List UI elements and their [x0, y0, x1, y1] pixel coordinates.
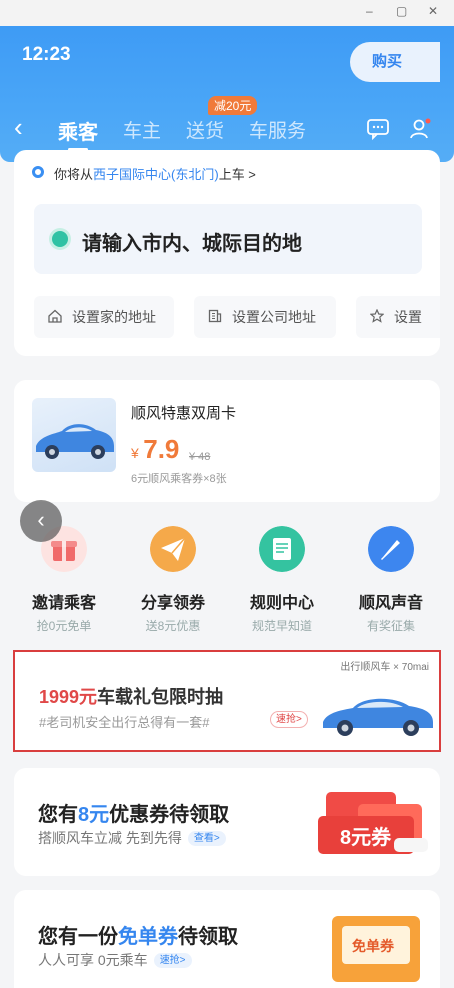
coupon-title-highlight: 免单券: [118, 926, 178, 948]
pickup-prefix: 你将从: [54, 167, 94, 182]
coupon-subtitle-text: 搭顺风车立减 先到先得: [38, 830, 182, 846]
minimize-button[interactable]: –: [366, 4, 373, 18]
quick-action-voice[interactable]: 顺风声音 有奖征集: [341, 526, 441, 634]
free-ride-coupon-card[interactable]: 您有一份免单券待领取 人人可享 0元乘车 速抢> 免单券: [14, 890, 440, 988]
quick-action-sub: 抢0元免单: [36, 619, 92, 633]
profile-icon[interactable]: [408, 117, 432, 141]
coupon-art: 8元券: [318, 786, 430, 864]
buy-button[interactable]: 购买: [350, 42, 440, 82]
coupon-view-button[interactable]: 查看>: [187, 831, 226, 846]
weekly-pass-card[interactable]: 顺风特惠双周卡 ¥ 7.9 ¥ 48 6元顺风乘客券×8张: [14, 380, 440, 502]
set-office-label: 设置公司地址: [232, 309, 316, 325]
tab-driver[interactable]: 车主: [123, 116, 161, 143]
coupon-title-suffix: 优惠券待领取: [109, 804, 230, 826]
home-icon: [48, 309, 62, 323]
status-time: 12:23: [22, 44, 71, 65]
quick-action-title: 顺风声音: [358, 595, 423, 612]
coupon-art: 免单券: [318, 912, 430, 988]
document-icon: [259, 526, 305, 572]
pickup-location[interactable]: 你将从西子国际中心(东北门)上车 >: [54, 164, 256, 183]
destination-dot-icon: [52, 231, 68, 247]
coupon-title-highlight: 8元: [78, 804, 110, 826]
tab-delivery[interactable]: 送货: [186, 116, 224, 143]
quick-action-sub: 有奖征集: [366, 619, 415, 633]
coupon-title: 您有一份免单券待领取: [38, 920, 238, 949]
coupon-grab-button[interactable]: 速抢>: [153, 953, 192, 968]
promo-title-highlight: 1999元: [39, 687, 98, 707]
coupon-art-text: 8元券: [340, 825, 392, 849]
set-custom-label: 设置: [394, 309, 422, 325]
coupon-subtitle: 搭顺风车立减 先到先得 查看>: [38, 828, 226, 848]
floating-back-button[interactable]: ‹: [20, 500, 62, 542]
coupon-subtitle-text: 人人可享 0元乘车: [38, 952, 148, 968]
tab-passenger[interactable]: 乘客: [58, 116, 98, 151]
coupon-title-suffix: 待领取: [178, 926, 238, 948]
set-home-button[interactable]: 设置家的地址: [34, 296, 174, 338]
promo-title-rest: 车载礼包限时抽: [97, 687, 224, 707]
coupon-subtitle: 人人可享 0元乘车 速抢>: [38, 950, 192, 970]
weekly-pass-price: ¥ 7.9: [131, 434, 179, 465]
coupon-title: 您有8元优惠券待领取: [38, 798, 229, 827]
coupon-art-text: 免单券: [352, 938, 395, 954]
partner-logos: 出行顺风车 × 70mai: [340, 662, 429, 673]
car-image: [32, 398, 116, 472]
paper-plane-icon: [150, 526, 196, 572]
star-icon: [370, 309, 384, 323]
set-custom-button[interactable]: 设置: [356, 296, 440, 338]
pickup-suffix: 上车 >: [218, 167, 256, 182]
coupon-title-prefix: 您有: [38, 804, 78, 826]
back-button[interactable]: ‹: [14, 114, 38, 144]
quick-action-sub: 送8元优惠: [145, 619, 201, 633]
promo-banner[interactable]: 出行顺风车 × 70mai 1999元车载礼包限时抽 #老司机安全出行总得有一套…: [13, 650, 441, 752]
destination-placeholder: 请输入市内、城际目的地: [82, 233, 302, 255]
maximize-button[interactable]: ▢: [396, 4, 407, 18]
set-office-button[interactable]: 设置公司地址: [194, 296, 336, 338]
quick-action-invite[interactable]: 邀请乘客 抢0元免单: [14, 526, 114, 634]
close-button[interactable]: ✕: [428, 4, 438, 18]
promo-title: 1999元车载礼包限时抽: [39, 683, 223, 709]
quick-action-share[interactable]: 分享领券 送8元优惠: [123, 526, 223, 634]
weekly-pass-old-price: ¥ 48: [189, 451, 211, 463]
message-icon[interactable]: [366, 117, 390, 141]
office-icon: [208, 309, 222, 323]
coupon-card[interactable]: 您有8元优惠券待领取 搭顺风车立减 先到先得 查看> 8元券: [14, 768, 440, 876]
promo-cta-button[interactable]: 速抢>: [270, 711, 308, 728]
weekly-pass-title: 顺风特惠双周卡: [131, 405, 237, 422]
promo-car-icon: [323, 698, 433, 736]
location-card: 你将从西子国际中心(东北门)上车 > 请输入市内、城际目的地 设置家的地址 设置…: [14, 150, 440, 356]
tab-car-service[interactable]: 车服务: [249, 116, 306, 143]
weekly-pass-subtitle: 6元顺风乘客券×8张: [131, 473, 227, 485]
price-currency: ¥: [131, 445, 139, 461]
pen-icon: [368, 526, 414, 572]
quick-action-title: 分享领券: [140, 595, 205, 612]
pickup-dot-icon: [32, 166, 44, 178]
coupon-title-prefix: 您有一份: [38, 926, 118, 948]
quick-action-rules[interactable]: 规则中心 规范早知道: [232, 526, 332, 634]
window-titlebar: – ▢ ✕: [0, 0, 454, 26]
pickup-place: 西子国际中心(东北门): [93, 167, 219, 182]
quick-action-title: 邀请乘客: [31, 595, 96, 612]
price-value: 7.9: [143, 434, 180, 464]
destination-input[interactable]: 请输入市内、城际目的地: [34, 204, 422, 274]
promo-subtitle: #老司机安全出行总得有一套#: [39, 715, 210, 730]
quick-action-sub: 规范早知道: [251, 619, 312, 633]
set-home-label: 设置家的地址: [72, 309, 156, 325]
quick-action-title: 规则中心: [249, 595, 314, 612]
